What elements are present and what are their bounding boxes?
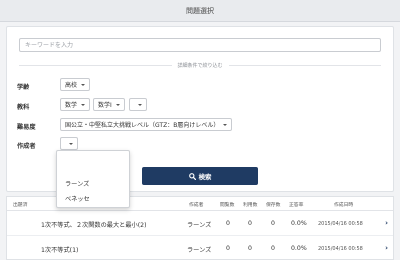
subject-select-2-value: 数学I [98, 102, 112, 109]
chevron-down-icon [138, 103, 142, 106]
author-option-empty[interactable] [65, 159, 123, 166]
author-dropdown-menu: ラーンズ ベネッセ [56, 150, 130, 208]
column-header-saves: 保存数 [266, 203, 281, 208]
difficulty-select-value: 国公立・中堅私立大挑戦レベル（GTZ：B層向けレベル） [65, 122, 220, 129]
difficulty-label: 難易度 [17, 124, 36, 131]
row-saves: 0 [271, 245, 275, 252]
filter-divider-label: 詳細条件で絞り込む [177, 62, 223, 69]
row-rate: 0.0% [291, 245, 307, 252]
chevron-down-icon [81, 103, 86, 106]
chevron-down-icon [69, 142, 73, 145]
filter-divider: 詳細条件で絞り込む [19, 61, 382, 69]
grade-label: 学齢 [17, 84, 30, 91]
divider-line-right [228, 64, 382, 66]
column-header-date: 作成日時 [334, 203, 354, 208]
row-title: 1次不等式、２次関数の最大と最小(2) [41, 222, 147, 229]
chevron-right-icon[interactable]: › [385, 244, 388, 252]
author-option-learns[interactable]: ラーンズ [65, 179, 89, 188]
chevron-right-icon[interactable]: › [385, 219, 388, 227]
row-title: 1次不等式(1) [41, 247, 79, 254]
difficulty-select[interactable]: 国公立・中堅私立大挑戦レベル（GTZ：B層向けレベル） [60, 118, 233, 131]
row-uses: 0 [248, 245, 252, 252]
column-header-asked: 出題済 [13, 203, 28, 208]
row-author: ラーンズ [187, 222, 212, 229]
author-option-benesse[interactable]: ベネッセ [65, 194, 90, 203]
subject-select-1[interactable]: 数学 [60, 98, 91, 111]
row-date: 2015/04/16 00:58 [318, 221, 363, 227]
row-author: ラーンズ [187, 247, 212, 254]
row-views: 0 [226, 220, 230, 227]
author-label: 作成者 [17, 143, 36, 150]
row-date: 2015/04/16 00:58 [318, 246, 363, 252]
chevron-down-icon [115, 103, 120, 106]
subject-select-1-value: 数学 [65, 102, 78, 109]
author-select[interactable] [60, 137, 78, 150]
grade-select[interactable]: 高校 [60, 78, 91, 91]
keyword-search-input[interactable] [19, 38, 381, 52]
chevron-down-icon [81, 83, 86, 86]
top-bar: 問題選択 [0, 0, 400, 22]
table-row[interactable]: 1次不等式(1) ラーンズ 0 0 0 0.0% 2015/04/16 00:5… [7, 236, 393, 260]
search-button[interactable]: 検索 [142, 167, 258, 185]
table-row[interactable]: 1次不等式、２次関数の最大と最小(2) ラーンズ 0 0 0 0.0% 2015… [7, 211, 393, 236]
divider-line-left [19, 64, 172, 66]
page-title: 問題選択 [186, 6, 214, 15]
subject-label: 教科 [17, 104, 30, 111]
subject-select-2[interactable]: 数学I [93, 98, 125, 111]
search-button-label: 検索 [198, 172, 212, 181]
row-views: 0 [226, 245, 230, 252]
search-icon [188, 172, 196, 180]
grade-select-value: 高校 [65, 82, 78, 89]
row-uses: 0 [248, 220, 252, 227]
row-rate: 0.0% [291, 220, 307, 227]
column-header-views: 閲覧数 [220, 203, 235, 208]
column-header-author: 作成者 [189, 203, 204, 208]
column-header-uses: 利用数 [243, 203, 258, 208]
chevron-down-icon [223, 123, 228, 126]
row-saves: 0 [271, 220, 275, 227]
column-header-rate: 正答率 [289, 203, 304, 208]
subject-select-3[interactable] [129, 98, 147, 111]
